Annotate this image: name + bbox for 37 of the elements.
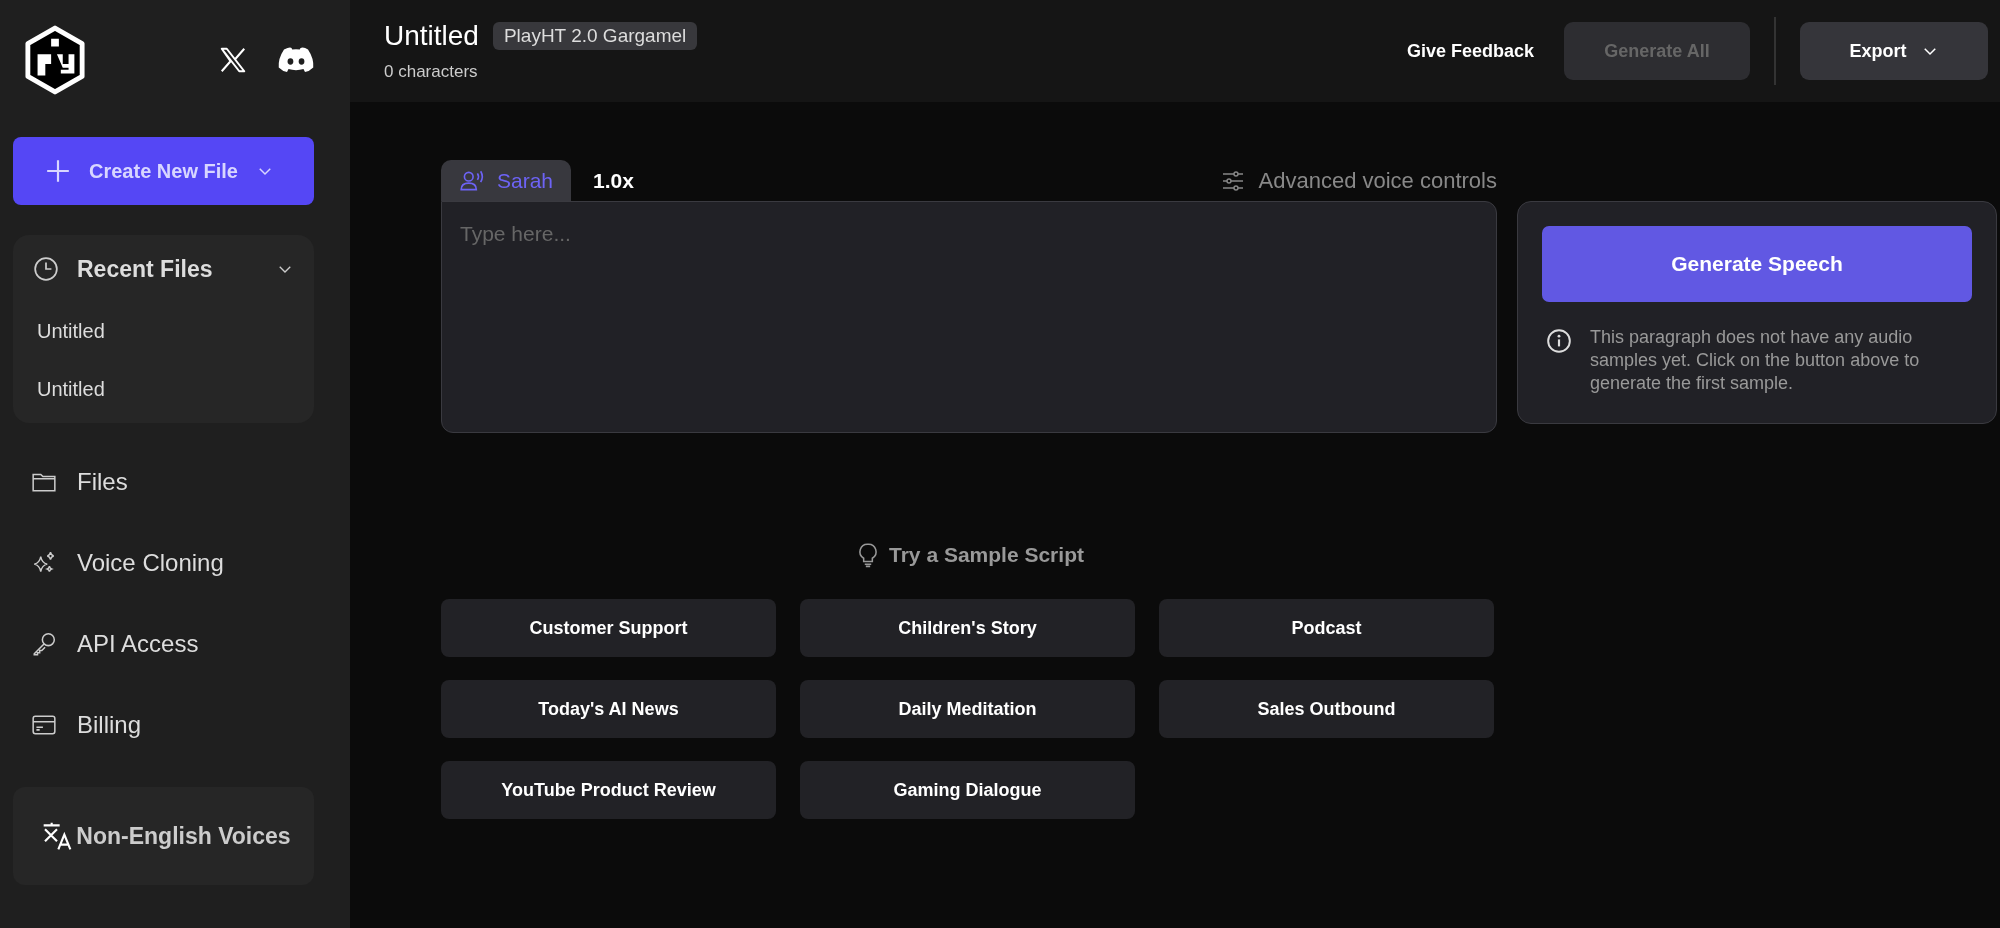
logo-icon[interactable] [24, 24, 86, 96]
key-icon [31, 630, 57, 657]
clock-icon [33, 256, 59, 282]
character-count: 0 characters [384, 62, 479, 82]
sample-script-button[interactable]: Customer Support [441, 599, 776, 657]
sample-script-button[interactable]: Daily Meditation [800, 680, 1135, 738]
info-icon [1546, 328, 1572, 354]
sample-script-heading: Try a Sample Script [889, 543, 1084, 567]
sample-script-button[interactable]: Podcast [1159, 599, 1494, 657]
sample-script-button[interactable]: Gaming Dialogue [800, 761, 1135, 819]
model-badge: PlayHT 2.0 Gargamel [492, 22, 698, 50]
nav-item[interactable]: Billing [13, 684, 314, 765]
discord-icon[interactable] [278, 46, 314, 74]
sliders-icon [1220, 168, 1245, 193]
recent-file-item[interactable]: Untitled [33, 315, 294, 347]
create-new-file-button[interactable]: Create New File [13, 137, 314, 205]
give-feedback-link[interactable]: Give Feedback [1400, 39, 1540, 63]
recent-file-item[interactable]: Untitled [33, 373, 294, 405]
non-english-voices-button[interactable]: Non-English Voices [13, 787, 314, 885]
sample-script-button[interactable]: Children's Story [800, 599, 1135, 657]
speed-setting[interactable]: 1.0x [593, 168, 1221, 193]
nav-item[interactable]: API Access [13, 603, 314, 684]
translate-icon [41, 820, 73, 852]
sample-script-button[interactable]: YouTube Product Review [441, 761, 776, 819]
sample-script-button[interactable]: Today's AI News [441, 680, 776, 738]
x-logo-icon[interactable] [218, 45, 248, 75]
nav-item[interactable]: Files [13, 441, 314, 522]
advanced-voice-controls-link[interactable]: Advanced voice controls [1220, 167, 1497, 194]
plus-icon [45, 158, 71, 184]
export-button[interactable]: Export [1800, 22, 1988, 80]
recent-files-header[interactable]: Recent Files [33, 249, 294, 289]
generate-speech-button[interactable]: Generate Speech [1542, 226, 1972, 302]
info-text: This paragraph does not have any audio samples yet. Click on the button above to generate the first sample. [1590, 326, 1921, 395]
text-input-field[interactable]: Type here... [441, 201, 1497, 433]
nav-item[interactable]: Voice Cloning [13, 522, 314, 603]
file-title: Untitled [384, 20, 479, 52]
sample-script-button[interactable]: Sales Outbound [1159, 680, 1494, 738]
